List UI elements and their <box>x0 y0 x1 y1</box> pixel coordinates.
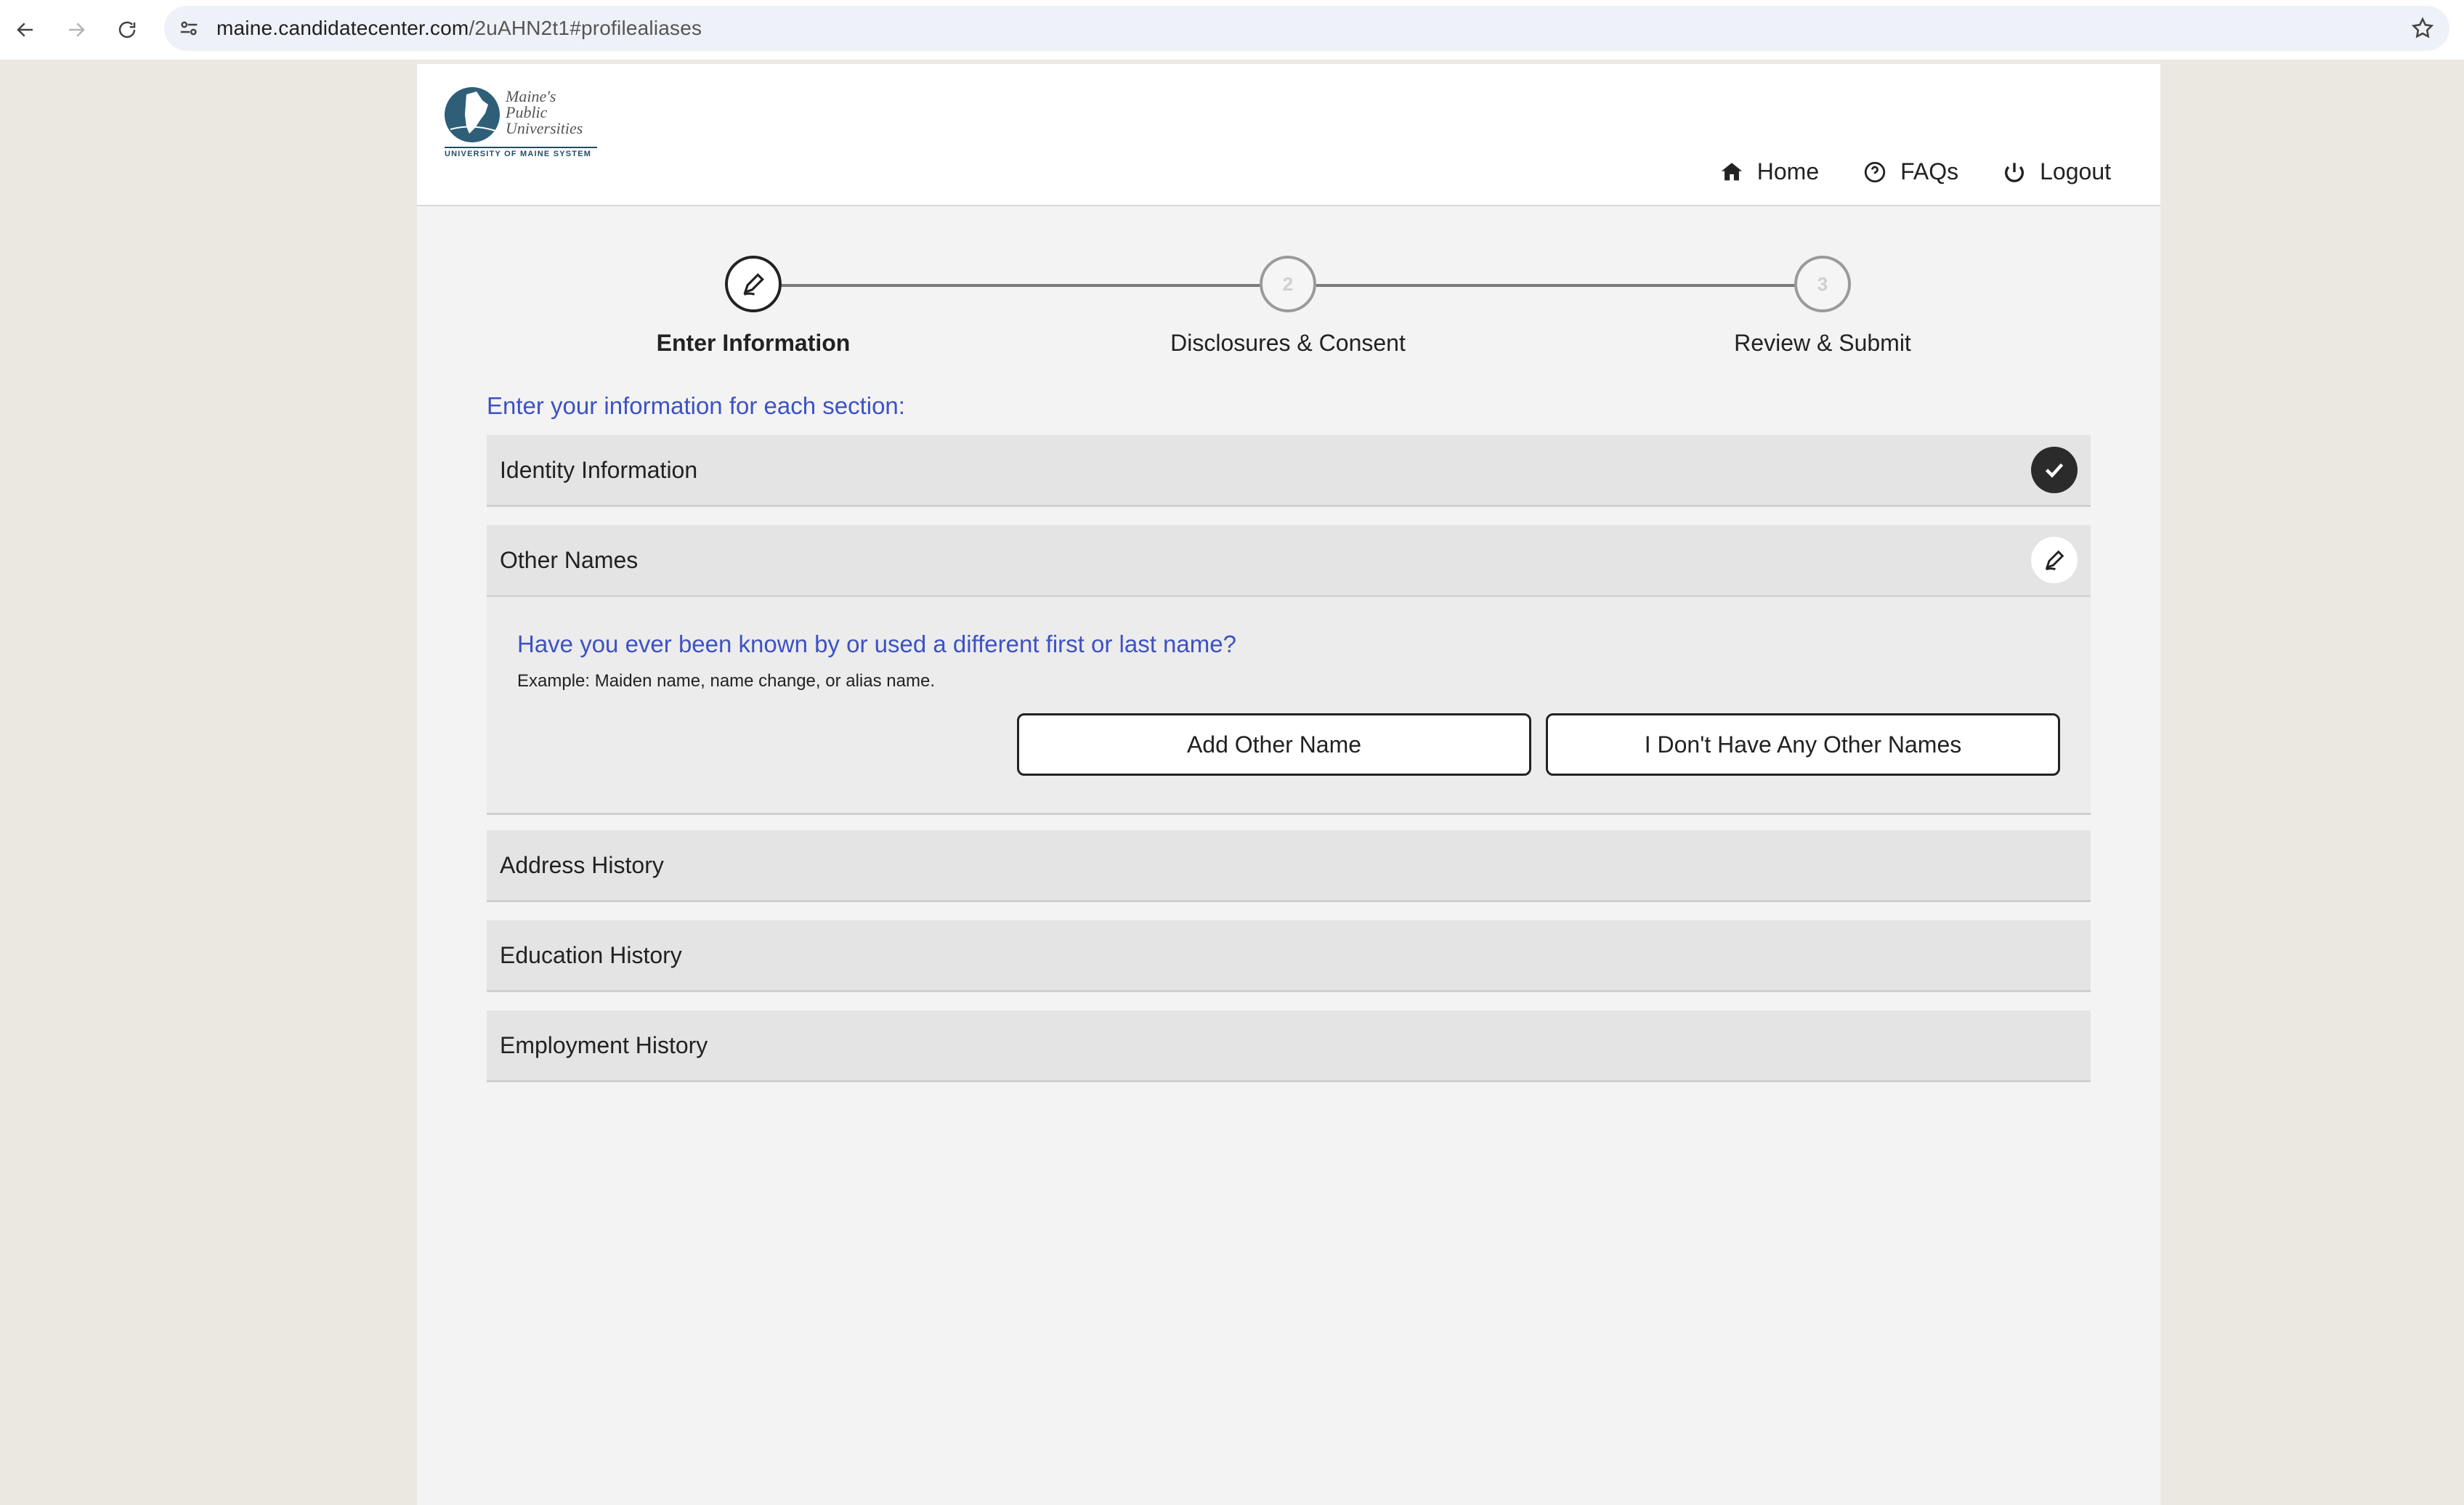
logout-link[interactable]: Logout <box>2002 158 2111 185</box>
section-header[interactable]: Address History <box>487 830 2091 900</box>
section-title: Address History <box>500 851 664 878</box>
section-other-names: Other Names Have you ever been known by … <box>487 525 2091 815</box>
section-education-history: Education History <box>487 920 2091 992</box>
section-address-history: Address History <box>487 830 2091 902</box>
power-icon <box>2005 162 2025 182</box>
pen-icon <box>2045 550 2064 571</box>
faqs-label: FAQs <box>1900 158 1959 184</box>
reload-button[interactable] <box>102 2 153 57</box>
section-instructions: Enter your information for each section: <box>487 392 905 419</box>
site-settings-icon[interactable] <box>174 14 203 43</box>
home-icon <box>1721 162 1742 180</box>
step-disclosures-consent: 2 Disclosures & Consent <box>1143 256 1433 357</box>
step-3-label: Review & Submit <box>1734 330 1911 356</box>
url-host: maine.candidatecenter.com <box>216 17 469 39</box>
section-header[interactable]: Education History <box>487 920 2091 990</box>
section-header[interactable]: Identity Information <box>487 435 2091 505</box>
step-2-label: Disclosures & Consent <box>1170 330 1406 356</box>
bookmark-star-icon[interactable] <box>2410 16 2435 41</box>
other-names-example: Example: Maiden name, name change, or al… <box>517 671 935 691</box>
section-header[interactable]: Other Names <box>487 525 2091 595</box>
step-review-submit: 3 Review & Submit <box>1677 256 1968 357</box>
home-link[interactable]: Home <box>1719 158 1819 185</box>
url-text: maine.candidatecenter.com/2uAHN2t1#profi… <box>216 17 702 40</box>
browser-toolbar: maine.candidatecenter.com/2uAHN2t1#profi… <box>0 0 2464 60</box>
other-names-question: Have you ever been known by or used a di… <box>517 630 1236 657</box>
logo-wordmark: Maine's Public Universities <box>506 87 583 137</box>
address-bar[interactable]: maine.candidatecenter.com/2uAHN2t1#profi… <box>164 6 2449 51</box>
check-icon <box>2045 463 2064 478</box>
maine-state-logo-icon <box>445 87 500 142</box>
section-title: Employment History <box>500 1031 708 1058</box>
step-1-circle <box>725 256 782 312</box>
other-names-panel: Have you ever been known by or used a di… <box>487 595 2091 813</box>
step-2-circle: 2 <box>1260 256 1316 312</box>
back-button[interactable] <box>0 2 51 57</box>
section-employment-history: Employment History <box>487 1010 2091 1082</box>
arrow-left-icon <box>17 23 33 37</box>
site-header: Maine's Public Universities UNIVERSITY O… <box>417 64 2160 206</box>
help-circle-icon <box>1864 161 1886 182</box>
no-other-names-button[interactable]: I Don't Have Any Other Names <box>1546 713 2060 776</box>
step-1-label: Enter Information <box>656 330 851 356</box>
step-enter-information: Enter Information <box>608 256 899 357</box>
section-title: Identity Information <box>500 456 698 483</box>
faqs-link[interactable]: FAQs <box>1863 158 1958 185</box>
add-other-name-button[interactable]: Add Other Name <box>1017 713 1531 776</box>
section-header[interactable]: Employment History <box>487 1010 2091 1080</box>
university-logo[interactable]: Maine's Public Universities UNIVERSITY O… <box>445 86 600 166</box>
url-path: /2uAHN2t1#profilealiases <box>469 17 702 39</box>
pen-icon <box>743 273 764 296</box>
arrow-right-icon <box>69 23 85 37</box>
forward-button[interactable] <box>51 2 102 57</box>
logout-label: Logout <box>2040 158 2111 184</box>
reload-icon <box>118 21 136 38</box>
section-title: Other Names <box>500 546 639 573</box>
status-complete-badge <box>2031 447 2078 493</box>
status-editing-badge <box>2031 537 2078 583</box>
step-3-circle: 3 <box>1794 256 1851 312</box>
section-identity-information: Identity Information <box>487 435 2091 507</box>
home-label: Home <box>1756 158 1820 184</box>
section-title: Education History <box>500 941 682 968</box>
logo-subtitle: UNIVERSITY OF MAINE SYSTEM <box>445 147 597 158</box>
top-navigation: Home FAQs Logout <box>1719 158 2111 185</box>
